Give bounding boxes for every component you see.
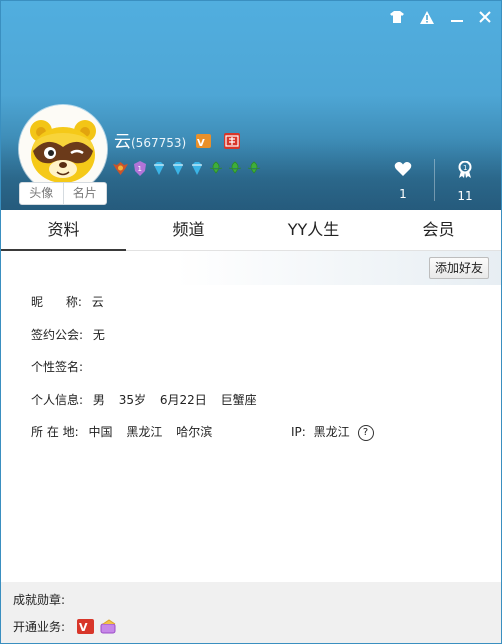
- user-id: (567753): [131, 136, 187, 150]
- svg-text:V: V: [197, 138, 205, 149]
- vip-badge-icon[interactable]: V: [195, 134, 211, 149]
- leaf-medal-icon[interactable]: [246, 160, 262, 177]
- likes-count: 1: [399, 187, 407, 201]
- eagle-medal-icon[interactable]: [112, 160, 129, 177]
- nickname-value: 云: [91, 295, 104, 309]
- services-row: 开通业务: V: [13, 618, 118, 635]
- ribbon-award-icon: 1: [458, 160, 472, 178]
- diamond-medal-icon[interactable]: [189, 160, 205, 177]
- info-row-nickname: 昵 称: 云: [31, 293, 104, 310]
- alert-icon[interactable]: [419, 9, 435, 25]
- services-label: 开通业务:: [13, 620, 66, 634]
- info-row-personal: 个人信息: 男 35岁 6月22日 巨蟹座: [31, 391, 257, 408]
- svg-text:1: 1: [138, 165, 142, 173]
- signature-label: 个性签名:: [31, 360, 84, 374]
- profile-window: 头像 名片 云(567753) V 1 1 1 11 资料 频道 YY人生 会员…: [0, 0, 502, 644]
- card-button[interactable]: 名片: [62, 183, 107, 204]
- tab-yy-life[interactable]: YY人生: [251, 210, 376, 250]
- avatar[interactable]: [19, 105, 107, 193]
- ip-value: 黑龙江: [313, 425, 350, 439]
- info-row-guild: 签约公会: 无: [31, 326, 105, 343]
- svg-text:1: 1: [463, 164, 467, 172]
- vip-service-icon[interactable]: V: [77, 619, 95, 634]
- shield-medal-icon[interactable]: 1: [132, 160, 148, 177]
- tab-profile[interactable]: 资料: [1, 210, 126, 251]
- zodiac-value: 巨蟹座: [220, 393, 257, 407]
- achievements-count: 11: [457, 189, 473, 203]
- likes-stat[interactable]: 1: [383, 161, 423, 201]
- tab-channel[interactable]: 频道: [126, 210, 251, 250]
- gender-value: 男: [92, 393, 105, 407]
- info-row-location: 所 在 地: 中国 黑龙江 哈尔滨 IP: 黑龙江 ?: [31, 423, 471, 441]
- toolbar: 添加好友: [1, 251, 501, 285]
- heart-icon: [394, 162, 412, 176]
- diamond-medal-icon[interactable]: [170, 160, 186, 177]
- medals-label: 成就勋章:: [13, 593, 66, 607]
- province-value: 黑龙江: [126, 425, 163, 439]
- tab-bar: 资料 频道 YY人生 会员: [1, 210, 501, 251]
- profile-header: 头像 名片 云(567753) V 1 1 1 11: [1, 1, 501, 210]
- personal-label: 个人信息:: [31, 393, 84, 407]
- liang-number-icon[interactable]: [223, 133, 240, 149]
- country-value: 中国: [88, 425, 113, 439]
- guild-label: 签约公会:: [31, 328, 84, 342]
- guild-value: 无: [92, 328, 105, 342]
- header-nickname: 云: [114, 132, 131, 152]
- ip-label: IP:: [291, 425, 306, 439]
- avatar-button-group: 头像 名片: [19, 182, 107, 205]
- tab-membership[interactable]: 会员: [376, 210, 501, 250]
- svg-text:V: V: [79, 621, 88, 634]
- close-icon[interactable]: [477, 9, 493, 25]
- add-friend-button[interactable]: 添加好友: [428, 257, 489, 279]
- avatar-button[interactable]: 头像: [20, 183, 63, 204]
- leaf-medal-icon[interactable]: [227, 160, 243, 177]
- diamond-medal-icon[interactable]: [151, 160, 167, 177]
- medals-row: 成就勋章:: [13, 591, 65, 608]
- ip-group: IP: 黑龙江 ?: [291, 423, 374, 441]
- medal-row: 1: [112, 160, 262, 177]
- nickname-line: 云(567753) V: [114, 127, 240, 152]
- footer-panel: 成就勋章: 开通业务: V: [1, 582, 501, 643]
- help-icon[interactable]: ?: [357, 424, 374, 441]
- shirt-icon[interactable]: [389, 9, 405, 25]
- location-label: 所 在 地:: [31, 425, 79, 439]
- leaf-medal-icon[interactable]: [208, 160, 224, 177]
- gift-service-icon[interactable]: [100, 619, 118, 634]
- info-row-signature: 个性签名:: [31, 358, 83, 375]
- birthday-value: 6月22日: [159, 393, 207, 407]
- nickname-label: 昵 称:: [31, 295, 82, 309]
- achievements-stat[interactable]: 1 11: [445, 160, 485, 203]
- minimize-icon[interactable]: [449, 9, 465, 25]
- city-value: 哈尔滨: [176, 425, 213, 439]
- age-value: 35岁: [118, 393, 146, 407]
